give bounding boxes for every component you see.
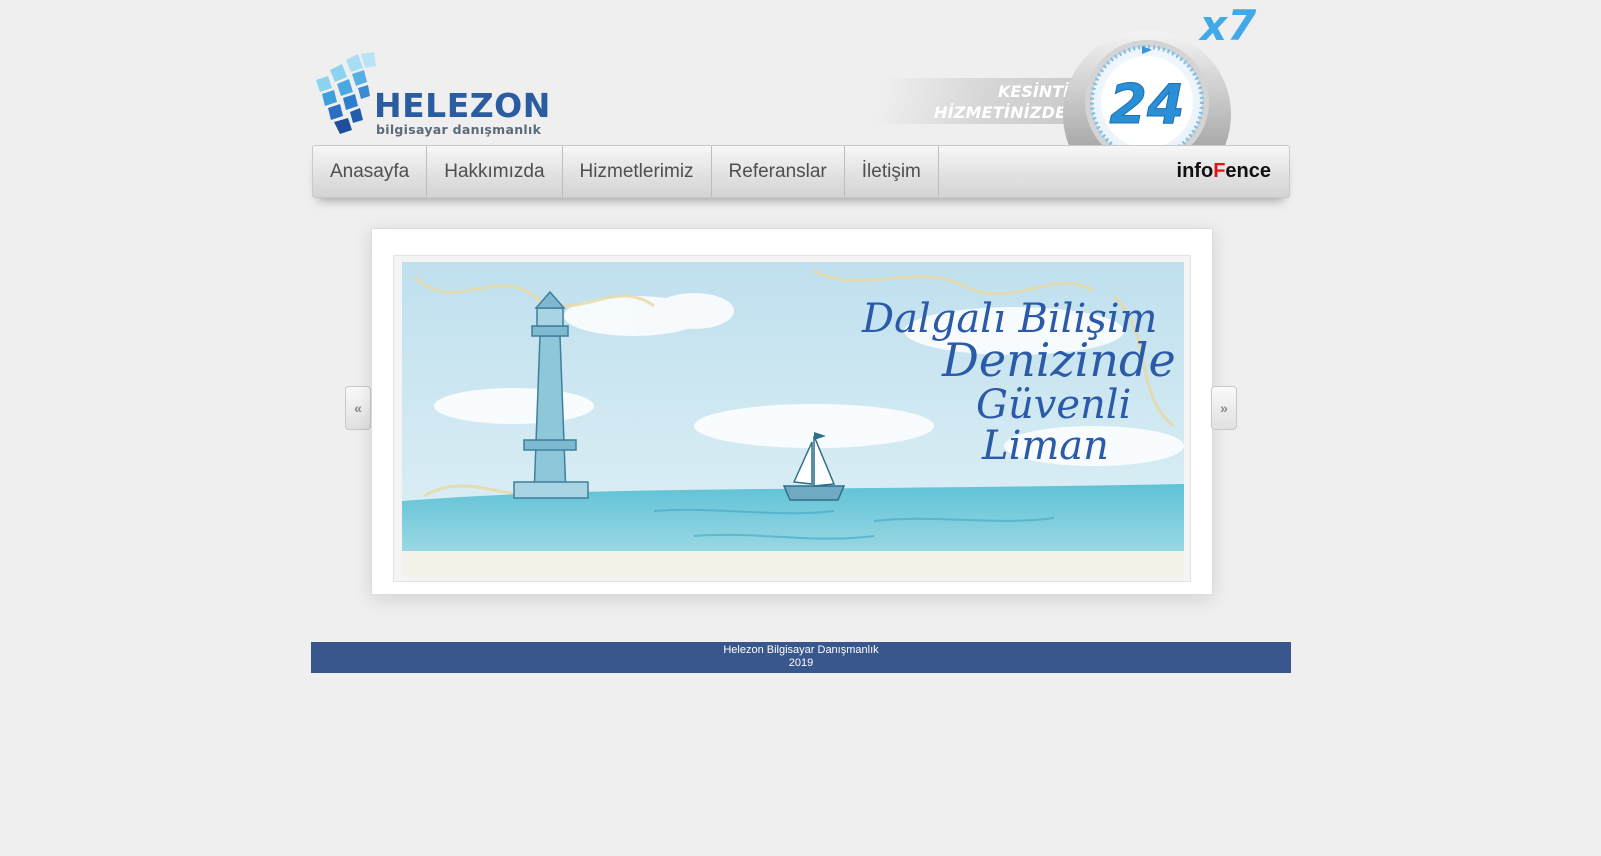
logo-subtitle: bilgisayar danışmanlık [376,122,542,137]
slider-prev-button[interactable]: « [345,386,371,430]
footer-company: Helezon Bilgisayar Danışmanlık [723,644,879,656]
main-navigation: Anasayfa Hakkımızda Hizmetlerimiz Refera… [312,145,1290,198]
slogan-line2: Denizinde [941,333,1176,387]
badge-multiplier: x7 [1198,1,1257,50]
brand-f: F [1213,160,1226,182]
slider-next-button[interactable]: » [1211,386,1237,430]
footer: Helezon Bilgisayar Danışmanlık 2019 [311,642,1291,673]
badge-number: 24 [1109,73,1184,136]
clock-24-icon: 24 x7 [1063,1,1257,148]
nav-item-hizmetlerimiz[interactable]: Hizmetlerimiz [563,146,712,197]
logo-title: HELEZON [374,86,551,125]
nav-item-anasayfa[interactable]: Anasayfa [313,146,428,197]
slogan-line3: Güvenli [976,382,1131,428]
nav-item-hakkimizda[interactable]: Hakkımızda [427,146,563,197]
brand-ence: ence [1225,160,1271,182]
nav-item-iletisim[interactable]: İletişim [845,146,939,197]
nav-item-referanslar[interactable]: Referanslar [712,146,845,197]
helezon-logo[interactable]: HELEZON bilgisayar danışmanlık [310,50,550,142]
slide-image: Dalgalı Bilişim Denizinde Güvenli Liman [393,255,1191,582]
infofence-link[interactable]: info Fence [1177,146,1289,197]
slogan-line4: Liman [981,423,1109,469]
brand-info: info [1176,160,1214,182]
image-slider: Dalgalı Bilişim Denizinde Güvenli Liman [371,228,1213,595]
uninterrupted-service-badge: KESİNTİSİZ HİZMETİNİZDEYİZ 24 x7 [870,0,1270,148]
footer-year: 2019 [788,657,814,669]
